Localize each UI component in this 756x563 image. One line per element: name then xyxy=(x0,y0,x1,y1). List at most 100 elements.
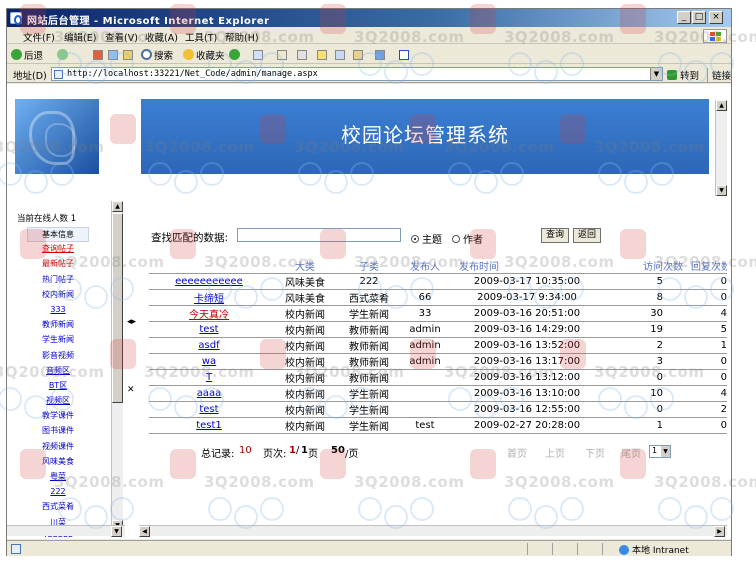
post-time: 2009-03-16 13:10:00 xyxy=(453,385,601,402)
back-button[interactable]: 后退 xyxy=(11,48,43,62)
sidebar-item[interactable]: BT区 xyxy=(27,379,89,394)
sidebar-item[interactable]: 查询帖子 xyxy=(27,242,89,257)
favorites-button[interactable]: 收藏夹 xyxy=(183,48,225,62)
refresh-button[interactable] xyxy=(108,48,120,61)
post-title-link[interactable]: T xyxy=(149,369,269,386)
menu-view[interactable]: 查看(V) xyxy=(105,30,138,44)
top-frame-scrollbar[interactable]: ▲ ▼ xyxy=(715,100,727,196)
links-button[interactable]: 链接 xyxy=(707,68,731,82)
title-bar[interactable]: 网站后台管理 - Microsoft Internet Explorer _ □… xyxy=(7,9,731,27)
scroll-down-icon[interactable]: ▼ xyxy=(111,526,122,537)
main-frame-hscroll[interactable]: ◀ ▶ xyxy=(139,525,727,537)
scroll-thumb[interactable] xyxy=(112,213,123,403)
post-title-link[interactable]: 今天真冷 xyxy=(149,305,269,322)
last-page-link[interactable]: 尾页 xyxy=(621,445,641,460)
table-row: wa 校内新闻 教师新闻 admin 2009-03-16 13:17:00 3 0 xyxy=(149,353,727,370)
query-button[interactable]: 查询 xyxy=(541,228,570,243)
extra-button[interactable] xyxy=(399,48,411,61)
post-category: 校内新闻 xyxy=(269,417,341,434)
sidebar-item[interactable]: 西式菜肴 xyxy=(27,500,89,515)
media-button[interactable] xyxy=(229,48,242,61)
collapse-arrows-icon[interactable]: ◂▸ xyxy=(127,317,136,327)
post-replies: 0 xyxy=(683,417,727,434)
scroll-up-icon[interactable]: ▲ xyxy=(716,100,727,111)
scroll-up-icon[interactable]: ▲ xyxy=(112,201,123,212)
search-button[interactable]: 搜索 xyxy=(141,48,173,62)
home-button[interactable] xyxy=(123,48,135,61)
scroll-right-icon[interactable]: ▶ xyxy=(714,526,725,537)
maximize-button[interactable]: □ xyxy=(692,11,706,24)
sidebar-item[interactable]: 333 xyxy=(27,303,89,318)
scroll-left-icon[interactable]: ◀ xyxy=(139,526,150,537)
close-button[interactable]: × xyxy=(709,11,723,24)
menu-tools[interactable]: 工具(T) xyxy=(185,30,217,44)
sidebar-item[interactable]: 图书课件 xyxy=(27,424,89,439)
menu-help[interactable]: 帮助(H) xyxy=(225,30,259,44)
address-bar: 地址(D) http://localhost:33221/Net_Code/ad… xyxy=(7,65,731,83)
search-input[interactable] xyxy=(237,228,401,242)
menu-edit[interactable]: 编辑(E) xyxy=(64,30,96,44)
sidebar-item[interactable]: 热门帖子 xyxy=(27,273,89,288)
col-time[interactable]: 发布时间 xyxy=(453,258,601,274)
menu-file[interactable]: 文件(F) xyxy=(23,30,55,44)
forward-button[interactable] xyxy=(57,48,70,61)
table-row: T 校内新闻 教师新闻 2009-03-16 13:12:00 0 0 xyxy=(149,369,727,386)
sidebar-item[interactable]: 视频区 xyxy=(27,394,89,409)
sidebar-item[interactable]: 粤菜 xyxy=(27,470,89,485)
stop-button[interactable] xyxy=(93,48,105,61)
sidebar-item[interactable]: 音频区 xyxy=(27,364,89,379)
post-title-link[interactable]: aaaa xyxy=(149,385,269,402)
sidebar-item[interactable]: 222 xyxy=(27,485,89,500)
left-frame-hscroll[interactable]: ▼ xyxy=(7,525,125,537)
scroll-down-icon[interactable]: ▼ xyxy=(716,185,727,196)
post-title-link[interactable]: test xyxy=(149,401,269,418)
sidebar-item[interactable]: 影音视频 xyxy=(27,349,89,364)
post-title-link[interactable]: 卡缔短 xyxy=(149,289,269,306)
post-visits: 2 xyxy=(601,337,683,354)
radio-author[interactable]: 作者 xyxy=(452,231,483,246)
col-visits[interactable]: 访问次数 xyxy=(601,258,683,274)
post-title-link[interactable]: wa xyxy=(149,353,269,370)
first-page-link[interactable]: 首页 xyxy=(507,445,527,460)
sidebar-item[interactable]: 风味美食 xyxy=(27,455,89,470)
minimize-button[interactable]: _ xyxy=(677,11,691,24)
related-button[interactable] xyxy=(375,48,387,61)
mail-button[interactable] xyxy=(277,48,289,61)
sidebar-item[interactable]: 学生新闻 xyxy=(27,333,89,348)
print-button[interactable] xyxy=(297,48,309,61)
col-subcategory[interactable]: 子类 xyxy=(341,258,397,274)
left-frame-scrollbar[interactable]: ▲ ▼ xyxy=(111,201,123,531)
frame-splitter[interactable]: ◂▸ ✕ xyxy=(125,197,139,537)
post-visits: 3 xyxy=(601,353,683,370)
prev-page-link[interactable]: 上页 xyxy=(545,445,565,460)
page-select[interactable]: 1 ▼ xyxy=(649,445,671,458)
menu-favorites[interactable]: 收藏(A) xyxy=(145,30,178,44)
post-title-link[interactable]: eeeeeeeeeee xyxy=(149,273,269,290)
sidebar-item[interactable]: 教师新闻 xyxy=(27,318,89,333)
close-frame-icon[interactable]: ✕ xyxy=(127,385,135,395)
radio-subject[interactable]: 主题 xyxy=(411,231,442,246)
history-button[interactable] xyxy=(253,48,265,61)
sidebar-item[interactable]: 校内新闻 xyxy=(27,288,89,303)
print-icon xyxy=(297,49,307,60)
sidebar-item[interactable]: 视频课件 xyxy=(27,440,89,455)
sidebar-item[interactable]: 教学课件 xyxy=(27,409,89,424)
sidebar-item[interactable]: 最新帖子 xyxy=(27,257,89,272)
post-visits: 1 xyxy=(601,417,683,434)
post-author xyxy=(397,401,453,418)
discuss-button[interactable] xyxy=(335,48,347,61)
post-title-link[interactable]: test xyxy=(149,321,269,338)
edit-button[interactable] xyxy=(317,48,329,61)
post-title-link[interactable]: asdf xyxy=(149,337,269,354)
col-author[interactable]: 发布人 xyxy=(397,258,453,274)
next-page-link[interactable]: 下页 xyxy=(585,445,605,460)
col-category[interactable]: 大类 xyxy=(269,258,341,274)
address-input[interactable]: http://localhost:33221/Net_Code/admin/ma… xyxy=(51,67,663,81)
back-button[interactable]: 返回 xyxy=(573,228,602,243)
messenger-button[interactable] xyxy=(353,48,365,61)
col-replies[interactable]: 回复次数 xyxy=(683,258,727,274)
address-dropdown-icon[interactable]: ▼ xyxy=(650,68,662,80)
post-title-link[interactable]: test1 xyxy=(149,417,269,434)
related-icon xyxy=(375,49,385,60)
go-button[interactable]: 转到 xyxy=(667,68,699,82)
